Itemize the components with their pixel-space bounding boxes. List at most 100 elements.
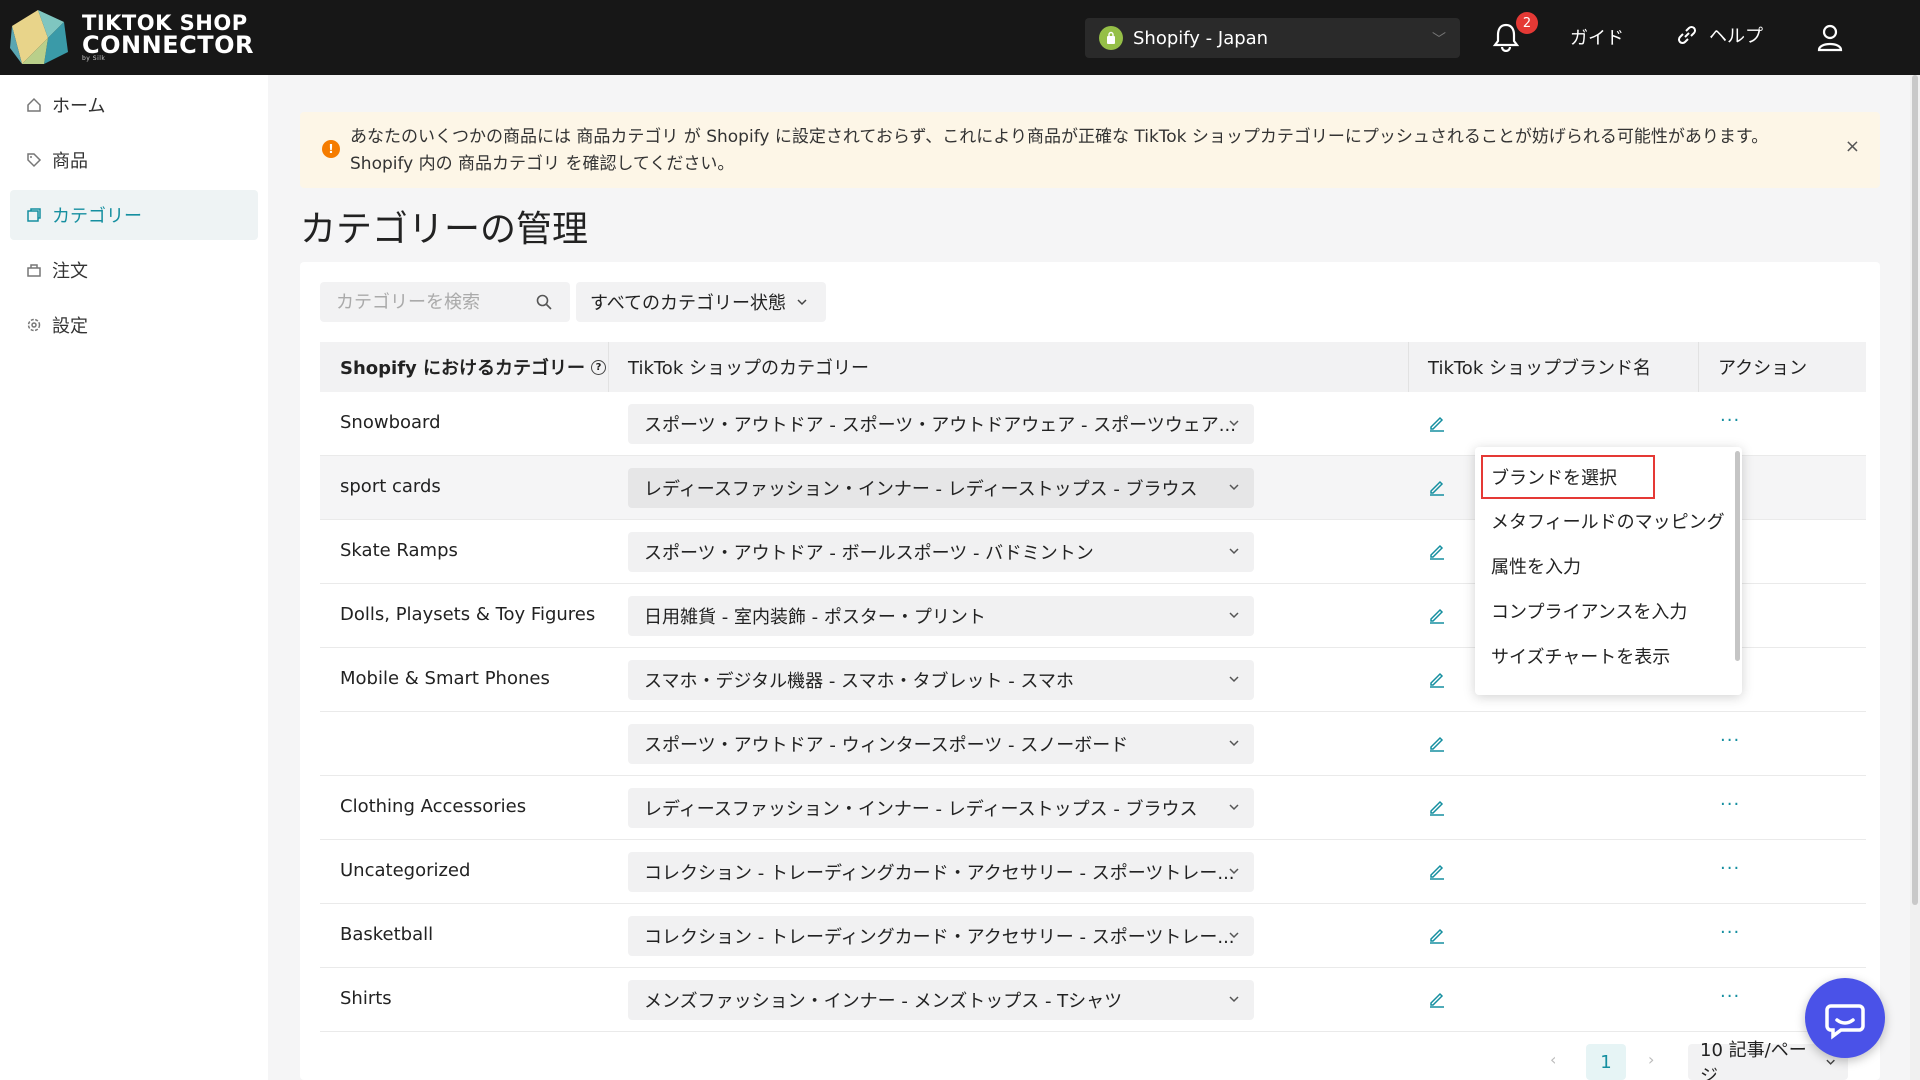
sidebar-item-products[interactable]: 商品 [10, 135, 258, 185]
chevron-down-icon [1229, 996, 1239, 1003]
header-action: アクション [1718, 358, 1808, 379]
shopify-category-cell: Uncategorized [340, 860, 471, 881]
chevron-down-icon [1229, 548, 1239, 555]
store-name: Shopify - Japan [1133, 27, 1269, 49]
edit-brand-icon[interactable] [1428, 414, 1446, 432]
menu-item-enter-compliance[interactable]: コンプライアンスを入力 [1475, 589, 1735, 633]
help-link[interactable]: ヘルプ [1675, 22, 1763, 48]
menu-scrollbar[interactable] [1735, 451, 1740, 661]
category-status-filter[interactable]: すべてのカテゴリー状態 [576, 282, 826, 322]
header-tiktok-category: TikTok ショップのカテゴリー [628, 358, 869, 379]
tiktok-category-select[interactable]: スポーツ・アウトドア - ウィンタースポーツ - スノーボード [628, 724, 1254, 764]
action-dropdown-menu: ブランドを選択 メタフィールドのマッピング 属性を入力 コンプライアンスを入力 … [1475, 447, 1742, 695]
chat-icon [1825, 1004, 1865, 1040]
shopify-bag-icon [1099, 26, 1123, 50]
chevron-down-icon [1229, 676, 1239, 683]
order-icon [26, 262, 42, 278]
tiktok-category-value: メンズファッション・インナー - メンズトップス - Tシャツ [644, 991, 1123, 1012]
edit-brand-icon[interactable] [1428, 862, 1446, 880]
app-logo[interactable]: TIKTOK SHOP CONNECTOR by Silk [8, 8, 254, 66]
edit-brand-icon[interactable] [1428, 670, 1446, 688]
sidebar-item-orders[interactable]: 注文 [10, 245, 258, 295]
status-filter-label: すべてのカテゴリー状態 [590, 293, 787, 314]
search-icon[interactable] [536, 294, 552, 310]
sidebar-item-label: カテゴリー [52, 206, 142, 227]
help-circle-icon[interactable]: ? [591, 359, 607, 375]
tiktok-category-select[interactable]: メンズファッション・インナー - メンズトップス - Tシャツ [628, 980, 1254, 1020]
tiktok-category-select[interactable]: レディースファッション・インナー - レディーストップス - ブラウス [628, 468, 1254, 508]
table-row: Clothing Accessories レディースファッション・インナー - … [320, 776, 1866, 840]
tag-icon [26, 152, 42, 168]
logo-mark-icon [10, 10, 68, 64]
page-size-label: 10 記事/ページ [1700, 1040, 1807, 1080]
guide-link[interactable]: ガイド [1570, 24, 1624, 50]
menu-item-metafield-mapping[interactable]: メタフィールドのマッピング [1475, 499, 1735, 543]
table-row: Shirts メンズファッション・インナー - メンズトップス - Tシャツ ·… [320, 968, 1866, 1032]
shopify-category-cell: Snowboard [340, 412, 441, 433]
menu-item-select-brand[interactable]: ブランドを選択 [1481, 455, 1655, 499]
sidebar-item-settings[interactable]: 設定 [10, 300, 258, 350]
edit-brand-icon[interactable] [1428, 926, 1446, 944]
edit-brand-icon[interactable] [1428, 990, 1446, 1008]
tiktok-category-value: 日用雑貨 - 室内装飾 - ポスター・プリント [644, 607, 986, 628]
edit-brand-icon[interactable] [1428, 542, 1446, 560]
menu-item-size-chart[interactable]: サイズチャートを表示 [1475, 634, 1735, 678]
more-actions-button[interactable]: ··· [1720, 794, 1740, 815]
user-icon[interactable] [1815, 22, 1845, 52]
tiktok-category-value: スポーツ・アウトドア - ウィンタースポーツ - スノーボード [644, 735, 1129, 756]
sidebar: ホーム 商品 カテゴリー 注文 設定 [0, 75, 268, 1080]
home-icon [26, 97, 42, 113]
shopify-category-cell: Mobile & Smart Phones [340, 668, 550, 689]
settings-icon [26, 317, 42, 333]
category-warning-alert: ! あなたのいくつかの商品には 商品カテゴリ が Shopify に設定されてお… [300, 112, 1880, 188]
more-actions-button[interactable]: ··· [1720, 986, 1740, 1007]
table-row: スポーツ・アウトドア - ウィンタースポーツ - スノーボード ··· [320, 712, 1866, 776]
tiktok-category-select[interactable]: コレクション - トレーディングカード・アクセサリー - スポーツトレー... [628, 916, 1254, 956]
edit-brand-icon[interactable] [1428, 606, 1446, 624]
chat-support-button[interactable] [1805, 978, 1885, 1058]
search-input[interactable] [320, 282, 570, 322]
table-header: Shopify におけるカテゴリー ? TikTok ショップのカテゴリー Ti… [320, 342, 1866, 392]
more-actions-button[interactable]: ··· [1720, 730, 1740, 751]
chevron-down-icon [1229, 612, 1239, 619]
more-actions-button[interactable]: ··· [1720, 922, 1740, 943]
next-page-icon[interactable]: › [1648, 1050, 1654, 1069]
edit-brand-icon[interactable] [1428, 734, 1446, 752]
tiktok-category-value: スポーツ・アウトドア - スポーツ・アウトドアウェア - スポーツウェア... [644, 415, 1236, 436]
sidebar-item-home[interactable]: ホーム [10, 80, 258, 130]
alert-line1: あなたのいくつかの商品には 商品カテゴリ が Shopify に設定されておらず… [350, 127, 1769, 147]
more-actions-button[interactable]: ··· [1720, 410, 1740, 431]
sidebar-item-categories[interactable]: カテゴリー [10, 190, 258, 240]
tiktok-category-select[interactable]: スマホ・デジタル機器 - スマホ・タブレット - スマホ [628, 660, 1254, 700]
prev-page-icon[interactable]: ‹ [1550, 1050, 1556, 1069]
menu-item-enter-attributes[interactable]: 属性を入力 [1475, 544, 1735, 588]
tiktok-category-select[interactable]: スポーツ・アウトドア - スポーツ・アウトドアウェア - スポーツウェア... [628, 404, 1254, 444]
close-icon[interactable]: × [1845, 136, 1860, 157]
page-scrollbar[interactable] [1910, 75, 1920, 1080]
tiktok-category-select[interactable]: 日用雑貨 - 室内装飾 - ポスター・プリント [628, 596, 1254, 636]
warning-icon: ! [322, 140, 340, 158]
notification-badge: 2 [1516, 12, 1538, 34]
tiktok-category-value: スマホ・デジタル機器 - スマホ・タブレット - スマホ [644, 671, 1074, 692]
store-selector[interactable]: Shopify - Japan ﹀ [1085, 18, 1460, 58]
category-icon [26, 207, 42, 223]
tiktok-category-select[interactable]: レディースファッション・インナー - レディーストップス - ブラウス [628, 788, 1254, 828]
shopify-category-cell: Skate Ramps [340, 540, 458, 561]
tiktok-category-select[interactable]: コレクション - トレーディングカード・アクセサリー - スポーツトレー... [628, 852, 1254, 892]
shopify-category-cell: Dolls, Playsets & Toy Figures [340, 604, 596, 625]
page-number-current[interactable]: 1 [1586, 1044, 1626, 1080]
alert-message: あなたのいくつかの商品には 商品カテゴリ が Shopify に設定されておらず… [350, 124, 1800, 178]
logo-line2: CONNECTOR [82, 31, 254, 59]
header-tiktok-brand: TikTok ショップブランド名 [1428, 358, 1651, 379]
edit-brand-icon[interactable] [1428, 798, 1446, 816]
tiktok-category-select[interactable]: スポーツ・アウトドア - ボールスポーツ - バドミントン [628, 532, 1254, 572]
header-shopify-label: Shopify におけるカテゴリー [340, 358, 586, 379]
page-scrollbar-thumb[interactable] [1912, 75, 1918, 905]
sidebar-item-label: 注文 [52, 261, 88, 282]
more-actions-button[interactable]: ··· [1720, 858, 1740, 879]
sidebar-item-label: 商品 [52, 151, 88, 172]
edit-brand-icon[interactable] [1428, 478, 1446, 496]
table-row: Basketball コレクション - トレーディングカード・アクセサリー - … [320, 904, 1866, 968]
chevron-down-icon [1229, 420, 1239, 427]
chevron-down-icon: ﹀ [1432, 32, 1446, 48]
